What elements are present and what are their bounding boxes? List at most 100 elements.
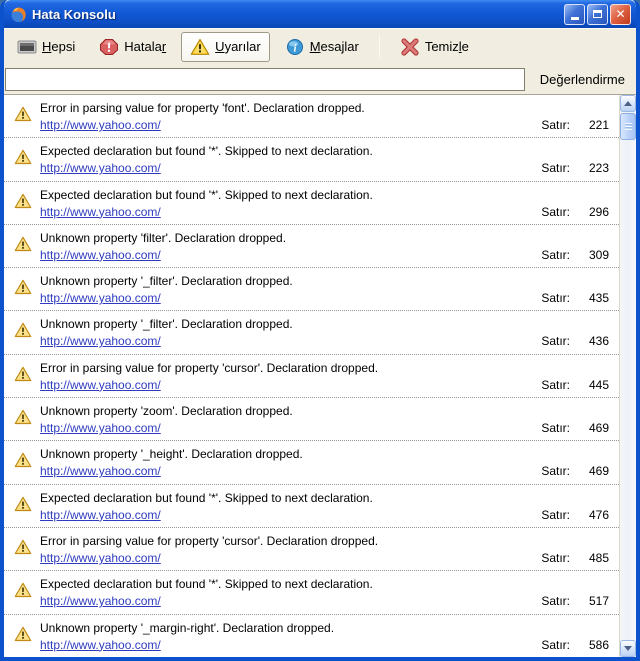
clear-button[interactable]: Temizle xyxy=(391,32,478,62)
warning-icon xyxy=(14,582,32,598)
scrollbar-track[interactable] xyxy=(620,140,636,640)
warning-icon xyxy=(14,279,32,295)
console-entry[interactable]: Expected declaration but found '*'. Skip… xyxy=(4,182,619,225)
entry-link[interactable]: http://www.yahoo.com/ xyxy=(40,334,161,348)
line-info: Satır: 309 xyxy=(541,248,613,262)
code-input[interactable] xyxy=(5,68,525,91)
line-info: Satır: 485 xyxy=(541,551,613,565)
line-number: 586 xyxy=(583,638,609,652)
entry-link[interactable]: http://www.yahoo.com/ xyxy=(40,291,161,305)
messages-button[interactable]: i Mesajlar xyxy=(276,32,368,62)
line-label: Satır: xyxy=(541,205,570,219)
entry-message: Error in parsing value for property 'cur… xyxy=(40,534,613,548)
entry-link[interactable]: http://www.yahoo.com/ xyxy=(40,118,161,132)
entry-link[interactable]: http://www.yahoo.com/ xyxy=(40,551,161,565)
console-entries: Error in parsing value for property 'fon… xyxy=(4,95,619,657)
entry-message: Error in parsing value for property 'fon… xyxy=(40,101,613,115)
entry-link[interactable]: http://www.yahoo.com/ xyxy=(40,161,161,175)
line-label: Satır: xyxy=(541,464,570,478)
entry-link[interactable]: http://www.yahoo.com/ xyxy=(40,508,161,522)
warning-icon xyxy=(14,496,32,512)
entry-message: Unknown property '_filter'. Declaration … xyxy=(40,317,613,331)
entry-link[interactable]: http://www.yahoo.com/ xyxy=(40,638,161,652)
scrollbar-thumb[interactable] xyxy=(620,113,636,140)
minimize-icon xyxy=(571,17,579,20)
warning-icon xyxy=(14,106,32,122)
line-number: 445 xyxy=(583,378,609,392)
entry-message: Error in parsing value for property 'cur… xyxy=(40,361,613,375)
console-entry[interactable]: Unknown property 'zoom'. Declaration dro… xyxy=(4,398,619,441)
line-label: Satır: xyxy=(541,551,570,565)
console-entry[interactable]: Error in parsing value for property 'cur… xyxy=(4,355,619,398)
line-number: 485 xyxy=(583,551,609,565)
console-entry[interactable]: Unknown property '_margin-right'. Declar… xyxy=(4,615,619,657)
entry-message: Unknown property 'filter'. Declaration d… xyxy=(40,231,613,245)
minimize-button[interactable] xyxy=(564,4,585,25)
line-info: Satır: 476 xyxy=(541,508,613,522)
warning-icon xyxy=(14,626,32,642)
console-entry[interactable]: Expected declaration but found '*'. Skip… xyxy=(4,138,619,181)
firefox-icon xyxy=(10,6,27,23)
evaluate-button[interactable]: Değerlendirme xyxy=(531,68,634,91)
console-entry[interactable]: Error in parsing value for property 'cur… xyxy=(4,528,619,571)
line-label: Satır: xyxy=(541,334,570,348)
line-info: Satır: 435 xyxy=(541,291,613,305)
entry-message: Unknown property '_margin-right'. Declar… xyxy=(40,621,613,635)
evaluate-row: Değerlendirme xyxy=(4,64,636,94)
entry-link[interactable]: http://www.yahoo.com/ xyxy=(40,378,161,392)
line-info: Satır: 436 xyxy=(541,334,613,348)
console-entry[interactable]: Expected declaration but found '*'. Skip… xyxy=(4,571,619,614)
line-info: Satır: 221 xyxy=(541,118,613,132)
console-icon xyxy=(17,38,37,56)
entry-link[interactable]: http://www.yahoo.com/ xyxy=(40,421,161,435)
console-entry[interactable]: Unknown property '_filter'. Declaration … xyxy=(4,311,619,354)
titlebar[interactable]: Hata Konsolu ✕ xyxy=(4,0,636,28)
all-button[interactable]: Hepsi xyxy=(8,32,84,62)
warning-icon xyxy=(14,452,32,468)
warning-icon xyxy=(14,539,32,555)
clear-button-label: Temizle xyxy=(425,39,469,54)
entry-message: Unknown property 'zoom'. Declaration dro… xyxy=(40,404,613,418)
line-number: 469 xyxy=(583,464,609,478)
entry-message: Expected declaration but found '*'. Skip… xyxy=(40,577,613,591)
console-entry[interactable]: Unknown property 'filter'. Declaration d… xyxy=(4,225,619,268)
vertical-scrollbar[interactable] xyxy=(619,95,636,657)
line-number: 223 xyxy=(583,161,609,175)
warning-icon xyxy=(14,236,32,252)
scroll-down-button[interactable] xyxy=(620,640,636,657)
line-number: 221 xyxy=(583,118,609,132)
entry-link[interactable]: http://www.yahoo.com/ xyxy=(40,248,161,262)
warning-icon xyxy=(190,38,210,56)
line-label: Satır: xyxy=(541,508,570,522)
line-number: 476 xyxy=(583,508,609,522)
line-number: 436 xyxy=(583,334,609,348)
line-number: 435 xyxy=(583,291,609,305)
warnings-button[interactable]: Uyarılar xyxy=(181,32,270,62)
close-button[interactable]: ✕ xyxy=(610,4,631,25)
maximize-button[interactable] xyxy=(587,4,608,25)
clear-icon xyxy=(400,38,420,56)
errors-button[interactable]: Hatalar xyxy=(90,32,175,62)
console-entry[interactable]: Unknown property '_filter'. Declaration … xyxy=(4,268,619,311)
console-entry[interactable]: Unknown property '_height'. Declaration … xyxy=(4,441,619,484)
entry-link[interactable]: http://www.yahoo.com/ xyxy=(40,594,161,608)
window-title: Hata Konsolu xyxy=(32,7,562,22)
line-label: Satır: xyxy=(541,248,570,262)
entry-message: Expected declaration but found '*'. Skip… xyxy=(40,144,613,158)
warnings-button-label: Uyarılar xyxy=(215,39,261,54)
toolbar-separator xyxy=(379,35,380,59)
entry-link[interactable]: http://www.yahoo.com/ xyxy=(40,464,161,478)
warning-icon xyxy=(14,193,32,209)
messages-button-label: Mesajlar xyxy=(310,39,359,54)
entry-message: Unknown property '_height'. Declaration … xyxy=(40,447,613,461)
warning-icon xyxy=(14,366,32,382)
entry-message: Expected declaration but found '*'. Skip… xyxy=(40,188,613,202)
toolbar: Hepsi Hatalar Uyarılar xyxy=(4,28,636,64)
scroll-up-button[interactable] xyxy=(620,95,636,112)
console-entry[interactable]: Error in parsing value for property 'fon… xyxy=(4,95,619,138)
line-number: 296 xyxy=(583,205,609,219)
console-entry[interactable]: Expected declaration but found '*'. Skip… xyxy=(4,485,619,528)
info-icon: i xyxy=(285,38,305,56)
warning-icon xyxy=(14,149,32,165)
entry-link[interactable]: http://www.yahoo.com/ xyxy=(40,205,161,219)
